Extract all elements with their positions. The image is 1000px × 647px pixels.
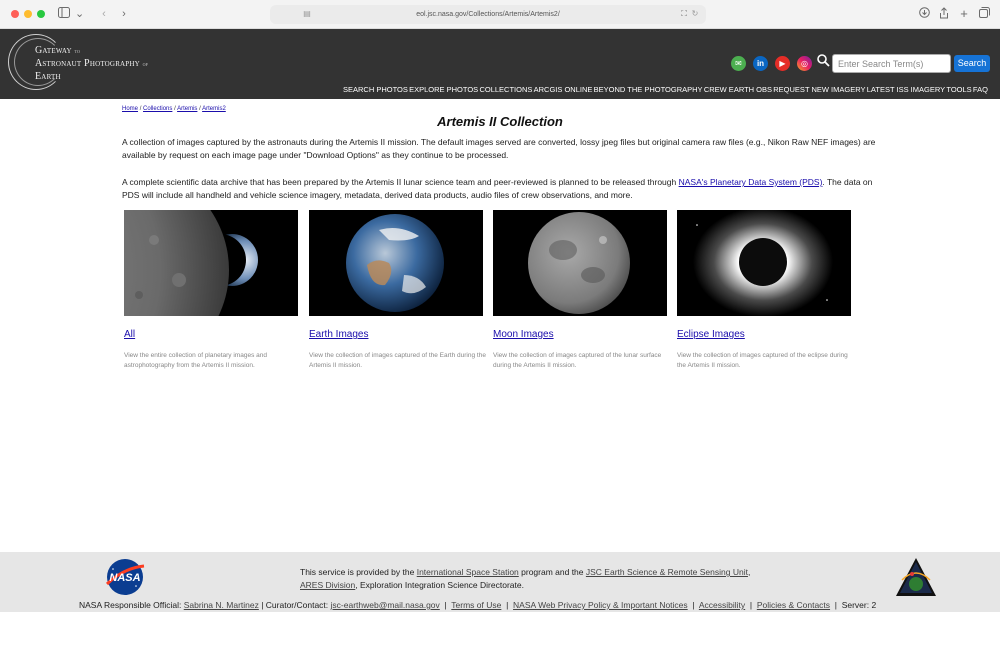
reload-icon[interactable]: ↻	[691, 7, 699, 21]
linkedin-icon[interactable]: in	[753, 56, 768, 71]
collection-card-eclipse: Eclipse Images View the collection of im…	[677, 210, 851, 369]
nav-beyond-photography[interactable]: BEYOND THE PHOTOGRAPHY	[594, 84, 703, 96]
policies-contacts-link[interactable]: Policies & Contacts	[757, 600, 830, 610]
site-footer: NASA This service is provided by the Int…	[0, 552, 1000, 612]
breadcrumb-home[interactable]: Home	[122, 106, 138, 112]
all-link[interactable]: All	[124, 329, 135, 340]
curator-email-link[interactable]: jsc-earthweb@mail.nasa.gov	[331, 600, 440, 610]
address-bar[interactable]: ▤ eol.jsc.nasa.gov/Collections/Artemis/A…	[270, 5, 706, 24]
close-window-button[interactable]	[11, 10, 19, 18]
eclipse-thumbnail[interactable]	[677, 210, 851, 316]
main-nav: SEARCH PHOTOS EXPLORE PHOTOS COLLECTIONS…	[343, 84, 988, 96]
nav-latest-iss-imagery[interactable]: LATEST ISS IMAGERY	[867, 84, 945, 96]
search-button[interactable]: Search	[954, 55, 990, 72]
mission-patch-logo	[894, 556, 938, 600]
breadcrumb: Home / Collections / Artemis / Artemis2	[122, 106, 226, 112]
server-label: Server: 2	[841, 600, 877, 610]
nav-tools[interactable]: TOOLS	[946, 84, 971, 96]
iss-link[interactable]: International Space Station	[417, 567, 519, 577]
nav-arcgis-online[interactable]: ARCGIS ONLINE	[534, 84, 593, 96]
earth-images-link[interactable]: Earth Images	[309, 329, 368, 340]
pds-paragraph: A complete scientific data archive that …	[122, 177, 873, 200]
sidebar-toggle-icon[interactable]	[58, 7, 70, 21]
new-tab-icon[interactable]: +	[958, 7, 970, 21]
browser-toolbar: ⌄ ‹ › ▤ eol.jsc.nasa.gov/Collections/Art…	[0, 0, 1000, 29]
earth-thumbnail[interactable]	[309, 210, 483, 316]
search-input[interactable]	[832, 54, 951, 73]
nav-faq[interactable]: FAQ	[973, 84, 988, 96]
breadcrumb-artemis2[interactable]: Artemis2	[202, 106, 226, 112]
site-logo[interactable]: Gateway to Astronaut Photography of Eart…	[35, 45, 148, 82]
svg-text:NASA: NASA	[109, 572, 140, 584]
terms-of-use-link[interactable]: Terms of Use	[451, 600, 501, 610]
youtube-icon[interactable]: ▶	[775, 56, 790, 71]
ares-division-link[interactable]: ARES Division	[300, 580, 355, 590]
url-text: eol.jsc.nasa.gov/Collections/Artemis/Art…	[416, 11, 560, 18]
jsc-earth-science-link[interactable]: JSC Earth Science & Remote Sensing Unit	[586, 567, 748, 577]
nav-crew-earth-obs[interactable]: CREW EARTH OBS	[704, 84, 772, 96]
eclipse-images-link[interactable]: Eclipse Images	[677, 329, 745, 340]
accessibility-link[interactable]: Accessibility	[699, 600, 745, 610]
instagram-icon[interactable]: ◎	[797, 56, 812, 71]
collection-card-earth: Earth Images View the collection of imag…	[309, 210, 486, 369]
all-thumbnail[interactable]	[124, 210, 298, 316]
breadcrumb-collections[interactable]: Collections	[143, 106, 172, 112]
email-icon[interactable]: ✉	[731, 56, 746, 71]
nav-search-photos[interactable]: SEARCH PHOTOS	[343, 84, 408, 96]
search-icon[interactable]	[817, 54, 831, 68]
moon-images-link[interactable]: Moon Images	[493, 329, 554, 340]
tab-overview-icon[interactable]	[978, 7, 990, 21]
collection-card-moon: Moon Images View the collection of image…	[493, 210, 667, 369]
eclipse-images-description: View the collection of images captured o…	[677, 352, 848, 369]
privacy-policy-link[interactable]: NASA Web Privacy Policy & Important Noti…	[513, 600, 688, 610]
back-arrow-icon[interactable]: ‹	[99, 7, 109, 21]
share-icon[interactable]	[938, 7, 950, 21]
minimize-window-button[interactable]	[24, 10, 32, 18]
nav-explore-photos[interactable]: EXPLORE PHOTOS	[409, 84, 478, 96]
intro-paragraph: A collection of images captured by the a…	[122, 137, 876, 160]
nasa-logo[interactable]: NASA	[104, 558, 146, 596]
collection-card-all: All View the entire collection of planet…	[124, 210, 298, 369]
chevron-down-icon[interactable]: ⌄	[75, 7, 84, 21]
moon-images-description: View the collection of images captured o…	[493, 352, 662, 369]
nav-request-new-imagery[interactable]: REQUEST NEW IMAGERY	[773, 84, 865, 96]
page-title: Artemis II Collection	[437, 114, 563, 129]
earth-images-description: View the collection of images captured o…	[309, 352, 486, 369]
site-header: Gateway to Astronaut Photography of Eart…	[0, 29, 1000, 99]
moon-thumbnail[interactable]	[493, 210, 667, 316]
footer-provider-text: This service is provided by the Internat…	[300, 567, 751, 590]
official-name-link[interactable]: Sabrina N. Martinez	[184, 600, 259, 610]
footer-links: NASA Responsible Official: Sabrina N. Ma…	[79, 600, 877, 610]
pds-link[interactable]: NASA's Planetary Data System (PDS)	[679, 177, 823, 187]
nav-collections[interactable]: COLLECTIONS	[479, 84, 532, 96]
translate-icon[interactable]: ⛶	[679, 7, 689, 21]
all-description: View the entire collection of planetary …	[124, 352, 267, 369]
download-icon[interactable]	[918, 7, 930, 21]
maximize-window-button[interactable]	[37, 10, 45, 18]
forward-arrow-icon[interactable]: ›	[119, 7, 129, 21]
breadcrumb-artemis[interactable]: Artemis	[177, 106, 197, 112]
